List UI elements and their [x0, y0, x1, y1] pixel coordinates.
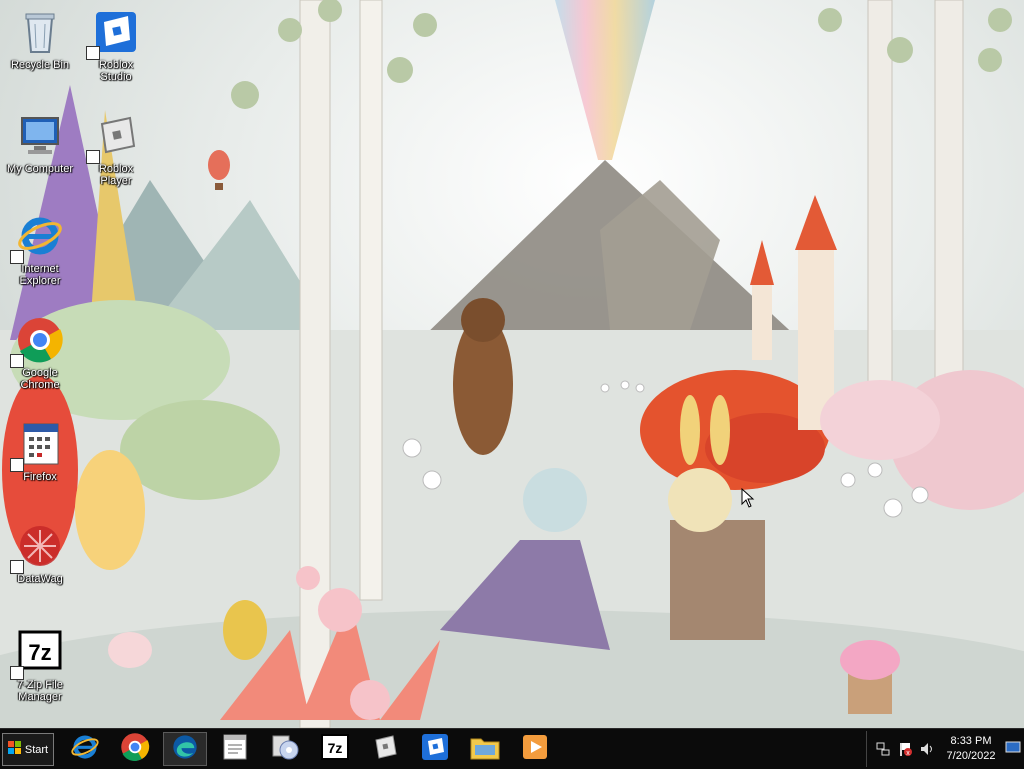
desktop-icon-my-computer[interactable]: My Computer — [2, 112, 78, 175]
desktop-icon-roblox-studio[interactable]: Roblox Studio — [78, 8, 154, 83]
my-computer-icon — [16, 112, 64, 160]
7zip-icon: 7z — [10, 628, 64, 680]
taskbar-notepad[interactable] — [213, 732, 257, 766]
desktop-icon-label: 7-Zip File Manager — [17, 679, 63, 703]
desktop-icon-7zip[interactable]: 7z 7-Zip File Manager — [2, 628, 78, 703]
internet-explorer-icon — [70, 732, 100, 767]
mouse-cursor-icon — [741, 488, 755, 508]
desktop-wallpaper — [0, 0, 1024, 728]
datawag-icon — [10, 522, 64, 574]
desktop-icon-label: Roblox Player — [98, 163, 134, 187]
firefox-icon — [10, 420, 64, 472]
desktop-icon-internet-explorer[interactable]: Internet Explorer — [2, 212, 78, 287]
chrome-icon — [120, 732, 150, 767]
desktop-icon-roblox-player[interactable]: Roblox Player — [78, 112, 154, 187]
taskbar: Start 7z x 8:33 PM 7/20/2022 — [0, 728, 1024, 769]
shortcut-arrow-icon — [86, 150, 100, 164]
desktop-icon-label: Firefox — [23, 471, 57, 483]
taskbar-chrome[interactable] — [113, 732, 157, 766]
svg-text:7z: 7z — [328, 740, 343, 756]
media-player-icon — [521, 733, 549, 766]
taskbar-internet-explorer[interactable] — [63, 732, 107, 766]
taskbar-clock[interactable]: 8:33 PM 7/20/2022 — [941, 734, 1001, 764]
taskbar-roblox-player[interactable] — [363, 732, 407, 766]
roblox-player-icon — [371, 733, 399, 766]
shortcut-arrow-icon — [10, 354, 24, 368]
svg-text:x: x — [906, 750, 910, 757]
7zip-icon: 7z — [321, 733, 349, 765]
roblox-player-icon — [86, 112, 140, 164]
show-desktop-icon[interactable] — [1005, 739, 1021, 755]
notepad-icon — [222, 733, 248, 766]
desktop-icon-firefox[interactable]: Firefox — [2, 420, 78, 483]
edge-icon — [171, 733, 199, 766]
internet-explorer-icon — [10, 212, 64, 264]
desktop-icon-label: My Computer — [6, 163, 74, 175]
shortcut-arrow-icon — [10, 560, 24, 574]
taskbar-edge[interactable] — [163, 732, 207, 766]
action-center-flag-icon[interactable]: x — [897, 741, 913, 757]
taskbar-7zip[interactable]: 7z — [313, 732, 357, 766]
start-label: Start — [24, 743, 49, 756]
taskbar-file-explorer[interactable] — [463, 732, 507, 766]
shortcut-arrow-icon — [10, 250, 24, 264]
network-icon[interactable] — [875, 741, 891, 757]
desktop-icon-google-chrome[interactable]: Google Chrome — [2, 316, 78, 391]
clock-date: 7/20/2022 — [946, 750, 996, 762]
desktop-icon-label: Recycle Bin — [10, 59, 70, 71]
media-icon — [270, 732, 300, 767]
windows-logo-icon — [7, 741, 22, 758]
taskbar-media[interactable] — [263, 732, 307, 766]
desktop-icon-label: Roblox Studio — [98, 59, 134, 83]
recycle-bin-icon — [16, 8, 64, 56]
google-chrome-icon — [10, 316, 64, 368]
taskbar-roblox-studio[interactable] — [413, 732, 457, 766]
clock-time: 8:33 PM — [950, 735, 992, 747]
taskbar-media-player[interactable] — [513, 732, 557, 766]
desktop-icon-label: Internet Explorer — [19, 263, 61, 287]
roblox-studio-icon — [421, 733, 449, 766]
shortcut-arrow-icon — [10, 666, 24, 680]
desktop-icon-recycle-bin[interactable]: Recycle Bin — [2, 8, 78, 71]
volume-icon[interactable] — [919, 741, 935, 757]
desktop-icon-datawag[interactable]: DataWag — [2, 522, 78, 585]
roblox-studio-icon — [86, 8, 140, 60]
system-tray: x 8:33 PM 7/20/2022 — [866, 731, 1024, 767]
shortcut-arrow-icon — [86, 46, 100, 60]
start-button[interactable]: Start — [2, 733, 54, 766]
shortcut-arrow-icon — [10, 458, 24, 472]
svg-text:7z: 7z — [28, 640, 51, 665]
file-explorer-icon — [469, 733, 501, 766]
desktop-icon-label: DataWag — [17, 573, 63, 585]
desktop-icon-label: Google Chrome — [20, 367, 60, 391]
